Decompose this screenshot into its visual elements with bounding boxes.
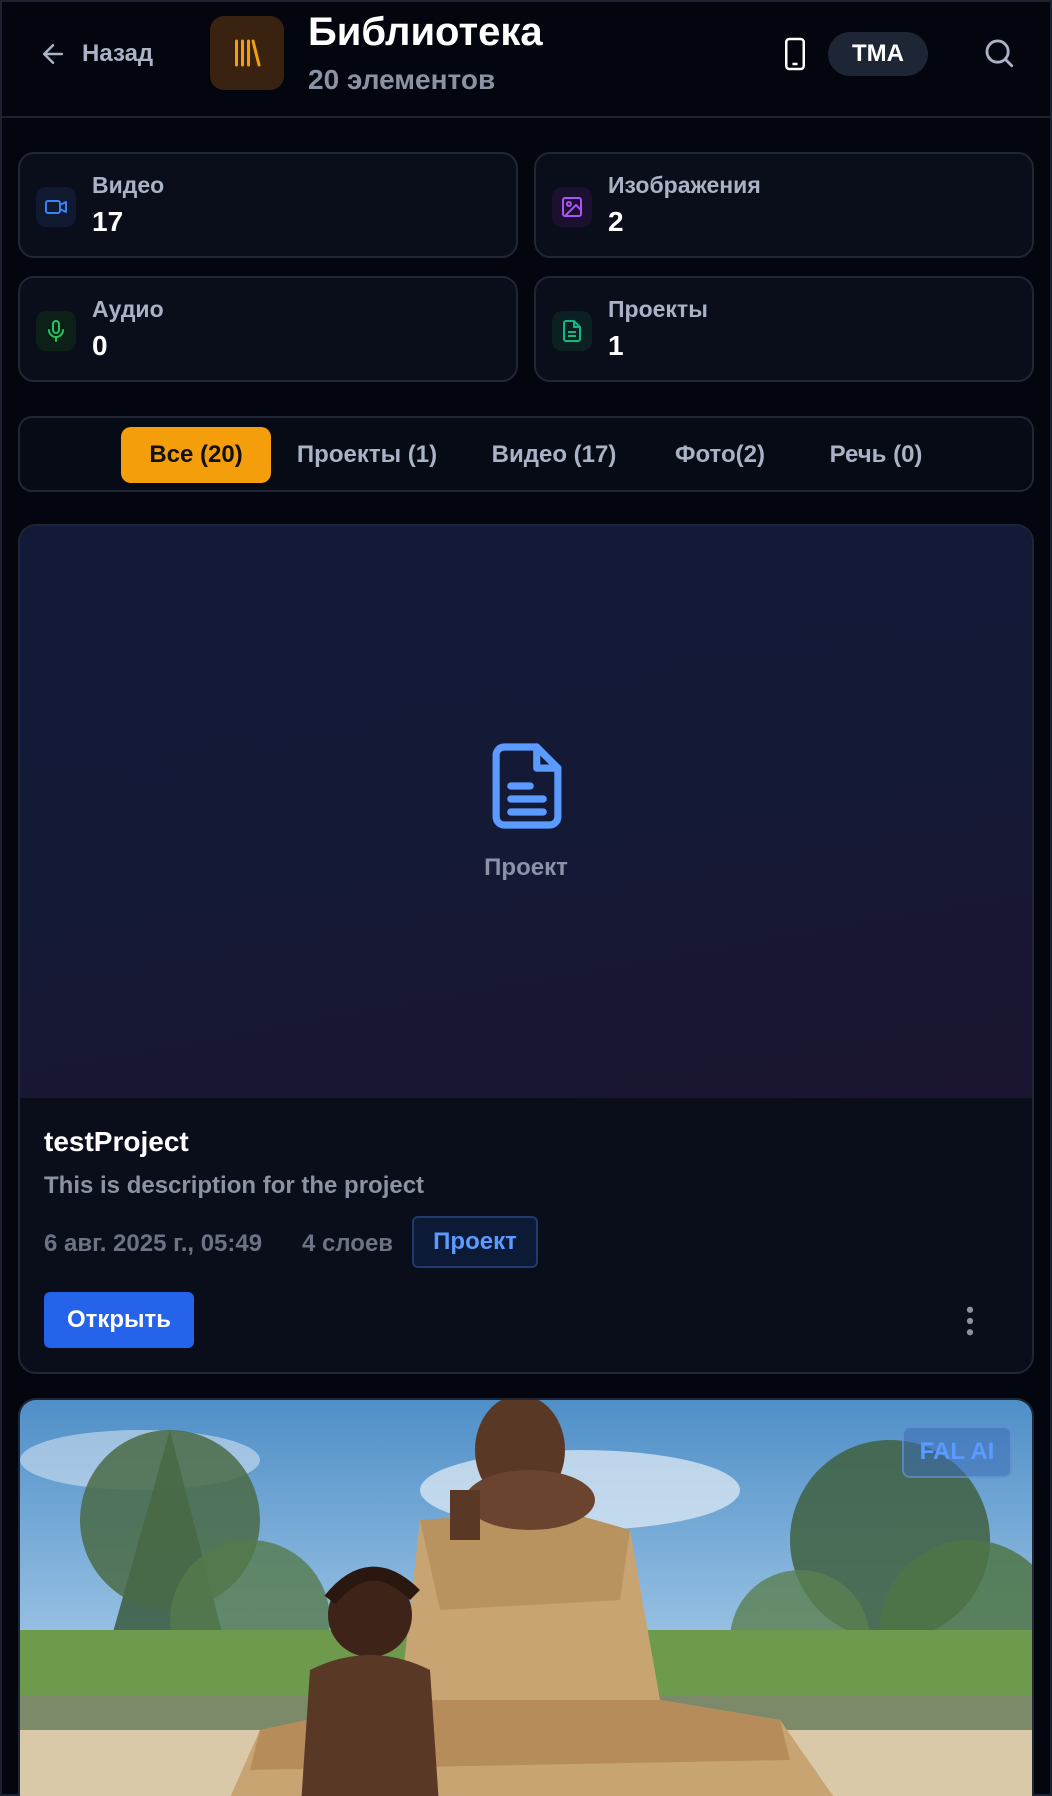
tab-video[interactable]: Видео (17) (479, 427, 629, 483)
stat-value: 17 (92, 206, 124, 237)
stat-value: 2 (608, 206, 624, 237)
tab-all[interactable]: Все (20) (121, 427, 271, 483)
stat-card-video[interactable]: Видео 17 (18, 152, 518, 258)
open-button[interactable]: Открыть (44, 1292, 194, 1348)
stat-card-audio[interactable]: Аудио 0 (18, 276, 518, 382)
preview-label: Проект (484, 854, 568, 881)
stat-label: Изображения (608, 172, 761, 198)
stat-value: 1 (608, 330, 624, 361)
arrow-left-icon (43, 44, 63, 64)
project-date: 6 авг. 2025 г., 05:49 (44, 1230, 263, 1257)
project-preview[interactable]: Проект (20, 526, 1032, 1098)
app-header: Назад Библиотека 20 элементов TMA (2, 2, 1050, 118)
tab-speech[interactable]: Речь (0) (806, 427, 946, 483)
document-icon (552, 311, 592, 351)
mic-icon (36, 311, 76, 351)
library-logo (210, 16, 284, 90)
tab-projects[interactable]: Проекты (1) (287, 427, 447, 483)
stat-label: Аудио (92, 296, 164, 322)
tma-badge[interactable]: TMA (828, 32, 928, 76)
image-thumbnail[interactable] (20, 1400, 1032, 1796)
video-icon (36, 187, 76, 227)
project-description: This is description for the project (44, 1172, 425, 1199)
project-card[interactable]: Проект testProject This is description f… (18, 524, 1034, 1374)
search-icon[interactable] (982, 36, 1016, 70)
provider-badge: FAL AI (902, 1426, 1012, 1478)
item-count: 20 элементов (308, 64, 496, 95)
image-card[interactable]: FAL AI (18, 1398, 1034, 1796)
back-button[interactable]: Назад (38, 36, 153, 72)
back-label: Назад (82, 40, 154, 67)
stat-label: Видео (92, 172, 165, 198)
project-layers: 4 слоев (302, 1230, 394, 1257)
type-badge: Проект (412, 1216, 538, 1268)
filter-tabs: Все (20) Проекты (1) Видео (17) Фото(2) … (18, 416, 1034, 492)
page-title: Библиотека (308, 10, 543, 54)
tab-photo[interactable]: Фото(2) (660, 427, 780, 483)
phone-icon[interactable] (780, 36, 810, 72)
document-icon (492, 743, 562, 829)
image-icon (552, 187, 592, 227)
stat-card-images[interactable]: Изображения 2 (534, 152, 1034, 258)
project-name: testProject (44, 1126, 189, 1157)
stat-card-projects[interactable]: Проекты 1 (534, 276, 1034, 382)
stat-label: Проекты (608, 296, 708, 322)
library-icon (235, 39, 261, 67)
stat-value: 0 (92, 330, 108, 361)
more-vertical-icon[interactable] (964, 1306, 976, 1336)
